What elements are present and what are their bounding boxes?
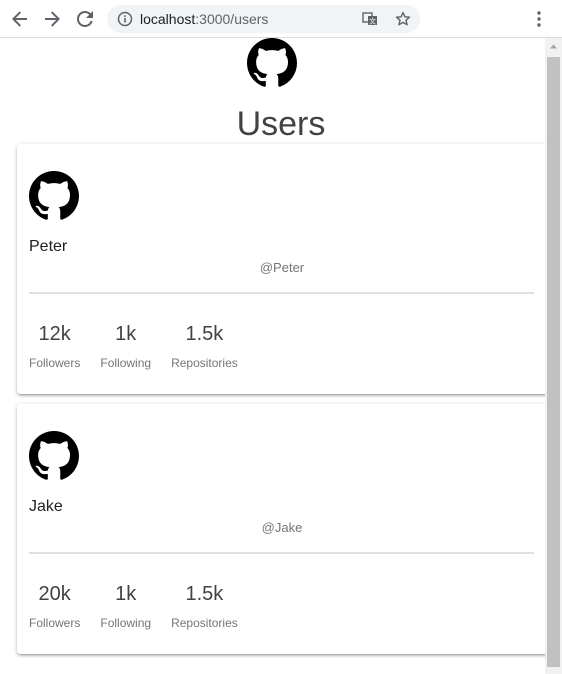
scrollbar-thumb[interactable] bbox=[547, 57, 560, 667]
stat-label: Following bbox=[100, 616, 152, 630]
user-stats: 20k Followers 1k Following 1.5k Reposito… bbox=[29, 582, 258, 630]
reload-button[interactable] bbox=[75, 9, 95, 29]
stat-value: 1k bbox=[115, 323, 137, 345]
stat-following: 1k Following bbox=[100, 322, 151, 370]
scroll-up-arrow-icon[interactable] bbox=[545, 38, 562, 55]
stat-following: 1k Following bbox=[100, 582, 151, 630]
user-stats: 12k Followers 1k Following 1.5k Reposito… bbox=[29, 322, 258, 370]
stat-repositories: 1.5k Repositories bbox=[171, 322, 238, 370]
stat-followers: 12k Followers bbox=[29, 322, 80, 370]
card-divider bbox=[29, 552, 534, 554]
url-host: localhost bbox=[140, 11, 196, 27]
page-title: Users bbox=[236, 105, 326, 143]
address-bar[interactable]: localhost:3000/users 文 bbox=[107, 5, 420, 33]
user-card[interactable]: Jake @Jake 20k Followers 1k Following 1.… bbox=[17, 404, 545, 654]
avatar-github-icon bbox=[29, 171, 79, 220]
stat-repositories: 1.5k Repositories bbox=[171, 582, 238, 630]
user-name: Jake bbox=[29, 498, 63, 515]
translate-icon[interactable]: 文 bbox=[362, 11, 378, 27]
browser-toolbar: localhost:3000/users 文 bbox=[0, 0, 562, 38]
user-handle: @Peter bbox=[259, 260, 305, 275]
back-button[interactable] bbox=[10, 9, 30, 29]
url-text: localhost:3000/users bbox=[140, 11, 268, 27]
info-icon[interactable] bbox=[117, 11, 133, 27]
stat-value: 1.5k bbox=[185, 583, 224, 605]
stat-value: 1.5k bbox=[185, 323, 224, 345]
star-icon[interactable] bbox=[395, 11, 411, 27]
vertical-scrollbar[interactable] bbox=[545, 38, 562, 674]
reload-icon bbox=[77, 11, 93, 27]
avatar-github-icon bbox=[29, 431, 79, 480]
stat-label: Followers bbox=[29, 356, 81, 370]
stat-value: 12k bbox=[38, 323, 71, 345]
arrow-right-icon bbox=[45, 11, 60, 27]
svg-text:文: 文 bbox=[369, 17, 376, 26]
stat-label: Repositories bbox=[171, 356, 238, 370]
url-path: :3000/users bbox=[195, 11, 269, 27]
github-icon bbox=[247, 38, 297, 87]
user-name: Peter bbox=[29, 238, 68, 255]
stat-label: Following bbox=[100, 356, 152, 370]
forward-button[interactable] bbox=[42, 9, 62, 29]
card-divider bbox=[29, 292, 534, 294]
stat-followers: 20k Followers bbox=[29, 582, 80, 630]
page-viewport: Users Peter @Peter 12k Followers 1k Foll… bbox=[0, 38, 545, 674]
kebab-menu-icon bbox=[537, 11, 541, 27]
arrow-left-icon bbox=[12, 11, 27, 27]
stat-value: 20k bbox=[38, 583, 71, 605]
stat-value: 1k bbox=[115, 583, 137, 605]
stat-label: Repositories bbox=[171, 616, 238, 630]
user-handle: @Jake bbox=[261, 520, 303, 535]
user-card[interactable]: Peter @Peter 12k Followers 1k Following … bbox=[17, 144, 545, 394]
stat-label: Followers bbox=[29, 616, 81, 630]
browser-menu-button[interactable] bbox=[531, 9, 547, 29]
